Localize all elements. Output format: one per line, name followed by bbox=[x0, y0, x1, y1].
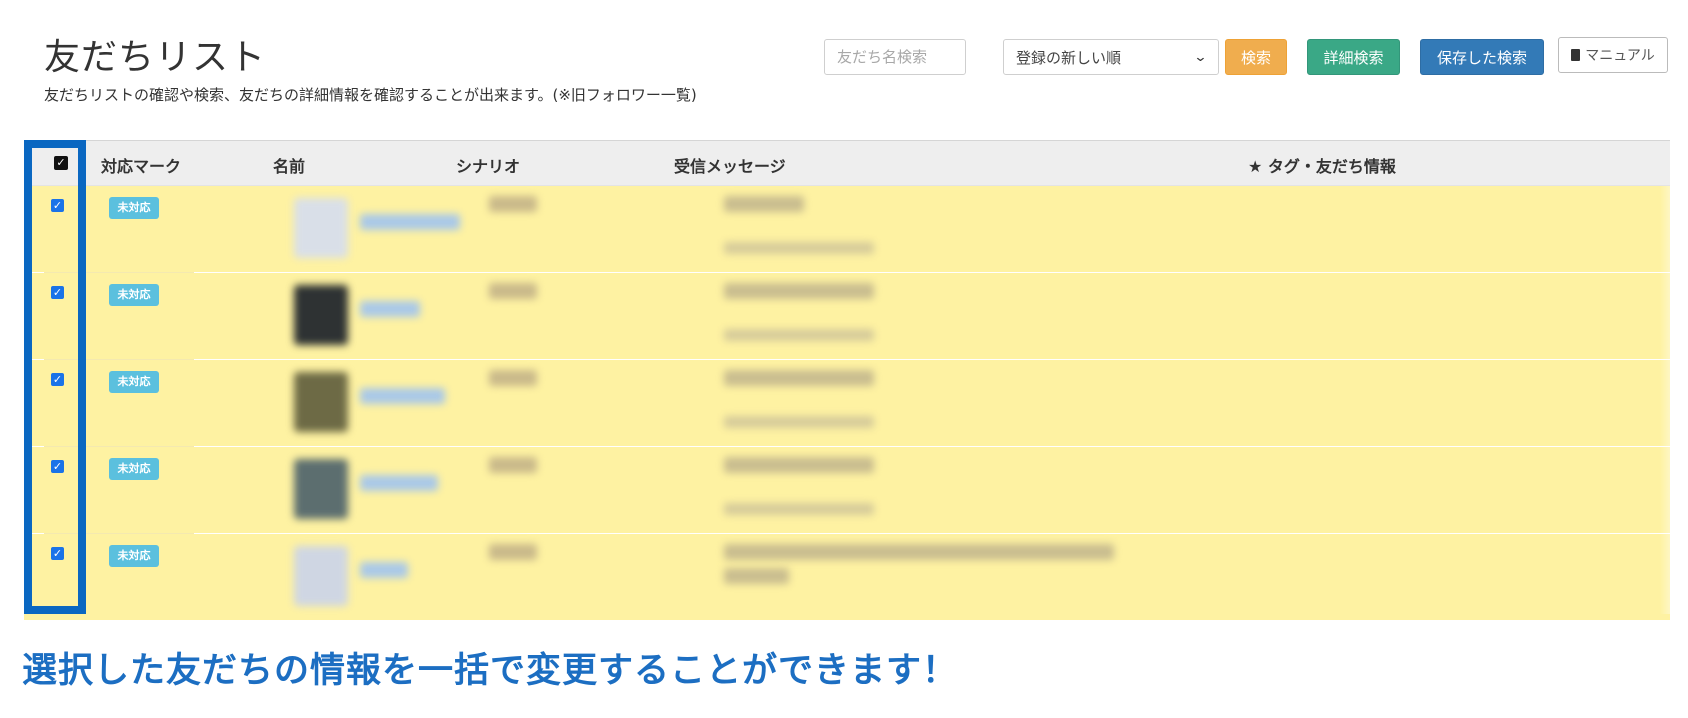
friend-name-blurred[interactable] bbox=[360, 301, 420, 317]
avatar bbox=[294, 546, 348, 606]
avatar bbox=[294, 285, 348, 345]
friend-name-blurred[interactable] bbox=[360, 214, 460, 230]
scenario-blurred bbox=[489, 457, 537, 473]
message-date-blurred bbox=[724, 242, 874, 254]
status-badge[interactable]: 未対応 bbox=[109, 197, 159, 219]
status-badge[interactable]: 未対応 bbox=[109, 458, 159, 480]
manual-button[interactable]: マニュアル bbox=[1558, 37, 1668, 73]
avatar bbox=[294, 459, 348, 519]
scenario-blurred bbox=[489, 283, 537, 299]
table-header: ✓ 対応マーク 名前 シナリオ 受信メッセージ ★ タグ・友だち情報 bbox=[24, 140, 1670, 186]
search-button[interactable]: 検索 bbox=[1225, 39, 1287, 75]
table-row[interactable]: ✓ 未対応 bbox=[24, 186, 1670, 272]
column-header-status: 対応マーク bbox=[101, 157, 182, 176]
message-date-blurred bbox=[724, 416, 874, 428]
chevron-down-icon: ⌄ bbox=[1193, 49, 1208, 65]
table-row[interactable]: ✓ 未対応 bbox=[24, 534, 1670, 620]
book-icon bbox=[1571, 49, 1581, 61]
column-header-name: 名前 bbox=[273, 157, 306, 176]
scenario-blurred bbox=[489, 370, 537, 386]
explanation-caption: 選択した友だちの情報を一括で変更することができます！ bbox=[22, 651, 959, 691]
message-blurred bbox=[724, 544, 1114, 560]
checkbox-column-highlight bbox=[24, 140, 86, 614]
status-badge[interactable]: 未対応 bbox=[109, 545, 159, 567]
avatar bbox=[294, 372, 348, 432]
message-date-blurred bbox=[724, 503, 874, 515]
friend-name-blurred[interactable] bbox=[360, 388, 445, 404]
status-badge[interactable]: 未対応 bbox=[109, 371, 159, 393]
avatar bbox=[294, 198, 348, 258]
friend-name-search-input[interactable] bbox=[824, 39, 966, 75]
detail-search-button[interactable]: 詳細検索 bbox=[1307, 39, 1400, 75]
sort-order-value: 登録の新しい順 bbox=[1016, 48, 1122, 67]
column-header-scenario: シナリオ bbox=[456, 157, 521, 176]
page-subtitle: 友だちリストの確認や検索、友だちの詳細情報を確認することが出来ます。(※旧フォロ… bbox=[44, 86, 697, 104]
table-row[interactable]: ✓ 未対応 bbox=[24, 273, 1670, 359]
table-row[interactable]: ✓ 未対応 bbox=[24, 360, 1670, 446]
scenario-blurred bbox=[489, 196, 537, 212]
message-blurred bbox=[724, 283, 874, 299]
column-header-tags: ★ タグ・友だち情報 bbox=[1248, 157, 1396, 176]
column-header-message: 受信メッセージ bbox=[674, 157, 786, 176]
table-row[interactable]: ✓ 未対応 bbox=[24, 447, 1670, 533]
message-date-blurred bbox=[724, 329, 874, 341]
table-right-fade bbox=[1660, 186, 1688, 614]
page-title: 友だちリスト bbox=[44, 37, 267, 78]
message-blurred bbox=[724, 196, 804, 212]
message-blurred-line2 bbox=[724, 568, 789, 584]
manual-label: マニュアル bbox=[1585, 48, 1655, 64]
friend-name-blurred[interactable] bbox=[360, 475, 438, 491]
sort-order-select[interactable]: 登録の新しい順 ⌄ bbox=[1003, 39, 1219, 75]
status-badge[interactable]: 未対応 bbox=[109, 284, 159, 306]
saved-search-button[interactable]: 保存した検索 bbox=[1420, 39, 1544, 75]
scenario-blurred bbox=[489, 544, 537, 560]
message-blurred bbox=[724, 457, 874, 473]
friend-name-blurred[interactable] bbox=[360, 562, 408, 578]
message-blurred bbox=[724, 370, 874, 386]
